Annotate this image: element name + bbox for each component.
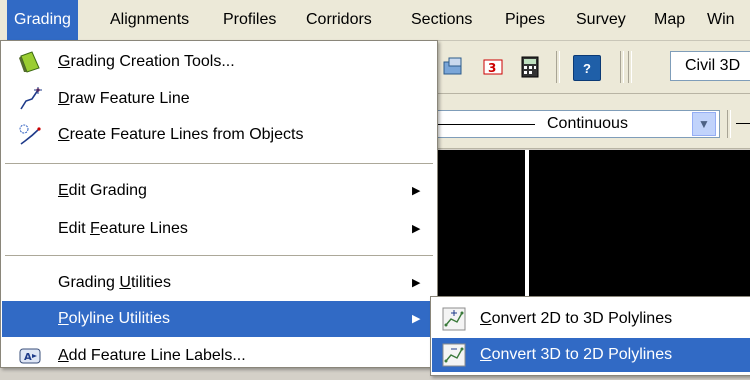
access-key: P — [58, 310, 69, 327]
label-text: olyline Utilities — [68, 310, 171, 327]
access-key: D — [58, 90, 70, 107]
menu-map[interactable]: Map — [647, 0, 692, 40]
linetype-name: Continuous — [547, 115, 628, 132]
create-feature-lines-icon — [18, 123, 42, 147]
help-icon[interactable]: ? — [573, 55, 601, 81]
menu-item-add-feature-line-labels[interactable]: A Add Feature Line Labels... — [2, 338, 436, 374]
access-key: C — [58, 126, 70, 143]
access-key: E — [58, 182, 69, 199]
menu-item-grading-utilities[interactable]: Grading Utilities ▶ — [2, 265, 436, 301]
menu-corridors[interactable]: Corridors — [299, 0, 379, 40]
label-prefix: Edit — [58, 220, 91, 237]
access-key: U — [119, 274, 131, 291]
menu-window[interactable]: Win — [700, 0, 742, 40]
submenu-arrow-icon: ▶ — [412, 223, 421, 235]
toolbar-button-3d-icon[interactable] — [440, 55, 466, 79]
menu-item-edit-feature-lines[interactable]: Edit Feature Lines ▶ — [2, 211, 436, 247]
menu-item-convert-2d-to-3d[interactable]: Convert 2D to 3D Polylines — [432, 302, 750, 336]
label-text: reate Feature Lines from Objects — [69, 126, 304, 143]
access-key: C — [480, 310, 492, 327]
label-text: dd Feature Line Labels... — [68, 347, 246, 364]
access-key: F — [90, 220, 100, 237]
menu-item-draw-feature-line[interactable]: Draw Feature Line — [2, 81, 436, 117]
menu-alignments[interactable]: Alignments — [103, 0, 196, 40]
convert-2d-to-3d-icon — [442, 307, 466, 331]
convert-3d-to-2d-icon — [442, 343, 466, 367]
label-text: raw Feature Line — [69, 90, 190, 107]
polyline-utilities-submenu: Convert 2D to 3D Polylines Convert 3D to… — [430, 296, 750, 376]
menu-bar: Grading Alignments Profiles Corridors Se… — [0, 0, 750, 41]
workspace-combo[interactable]: Civil 3D — [670, 51, 750, 81]
toolbar-separator — [727, 110, 731, 138]
svg-text:A: A — [24, 352, 32, 363]
label-text: dit Grading — [68, 182, 147, 199]
menu-item-create-feature-lines[interactable]: Create Feature Lines from Objects — [2, 117, 436, 153]
svg-text:3: 3 — [488, 61, 496, 75]
lineweight-sample — [736, 123, 750, 124]
menu-item-edit-grading[interactable]: Edit Grading ▶ — [2, 173, 436, 209]
submenu-arrow-icon: ▶ — [412, 185, 421, 197]
feature-line-labels-icon: A — [18, 344, 42, 368]
submenu-arrow-icon: ▶ — [412, 313, 421, 325]
menu-grading[interactable]: Grading — [7, 0, 78, 40]
menu-sections[interactable]: Sections — [404, 0, 479, 40]
menu-item-grading-creation-tools[interactable]: Grading Creation Tools... — [2, 44, 436, 80]
label-text: onvert 2D to 3D Polylines — [491, 310, 673, 327]
toolbar-separator — [620, 51, 624, 83]
grading-tools-icon — [18, 50, 42, 74]
toolbar-button-rename-icon[interactable]: 3 — [481, 55, 507, 79]
menu-separator — [5, 163, 433, 164]
menu-profiles[interactable]: Profiles — [216, 0, 283, 40]
menu-survey[interactable]: Survey — [569, 0, 633, 40]
calculator-icon[interactable] — [517, 55, 543, 79]
menu-pipes[interactable]: Pipes — [498, 0, 552, 40]
submenu-arrow-icon: ▶ — [412, 277, 421, 289]
label-text: onvert 3D to 2D Polylines — [491, 346, 673, 363]
label-text: rading Creation Tools... — [70, 53, 235, 70]
chevron-down-icon[interactable]: ▼ — [692, 112, 716, 136]
menu-separator — [5, 255, 433, 256]
toolbar-separator — [628, 51, 632, 83]
access-key: C — [480, 346, 492, 363]
toolbar-separator — [556, 51, 560, 83]
grading-menu: Grading Creation Tools... Draw Feature L… — [0, 40, 438, 368]
draw-feature-line-icon — [18, 87, 42, 111]
access-key: G — [58, 53, 71, 70]
menu-item-convert-3d-to-2d[interactable]: Convert 3D to 2D Polylines — [432, 338, 750, 372]
menu-item-polyline-utilities[interactable]: Polyline Utilities ▶ — [2, 301, 436, 337]
label-text: eature Lines — [99, 220, 188, 237]
label-prefix: Grading — [58, 274, 120, 291]
label-text: tilities — [130, 274, 171, 291]
access-key: A — [58, 347, 69, 364]
